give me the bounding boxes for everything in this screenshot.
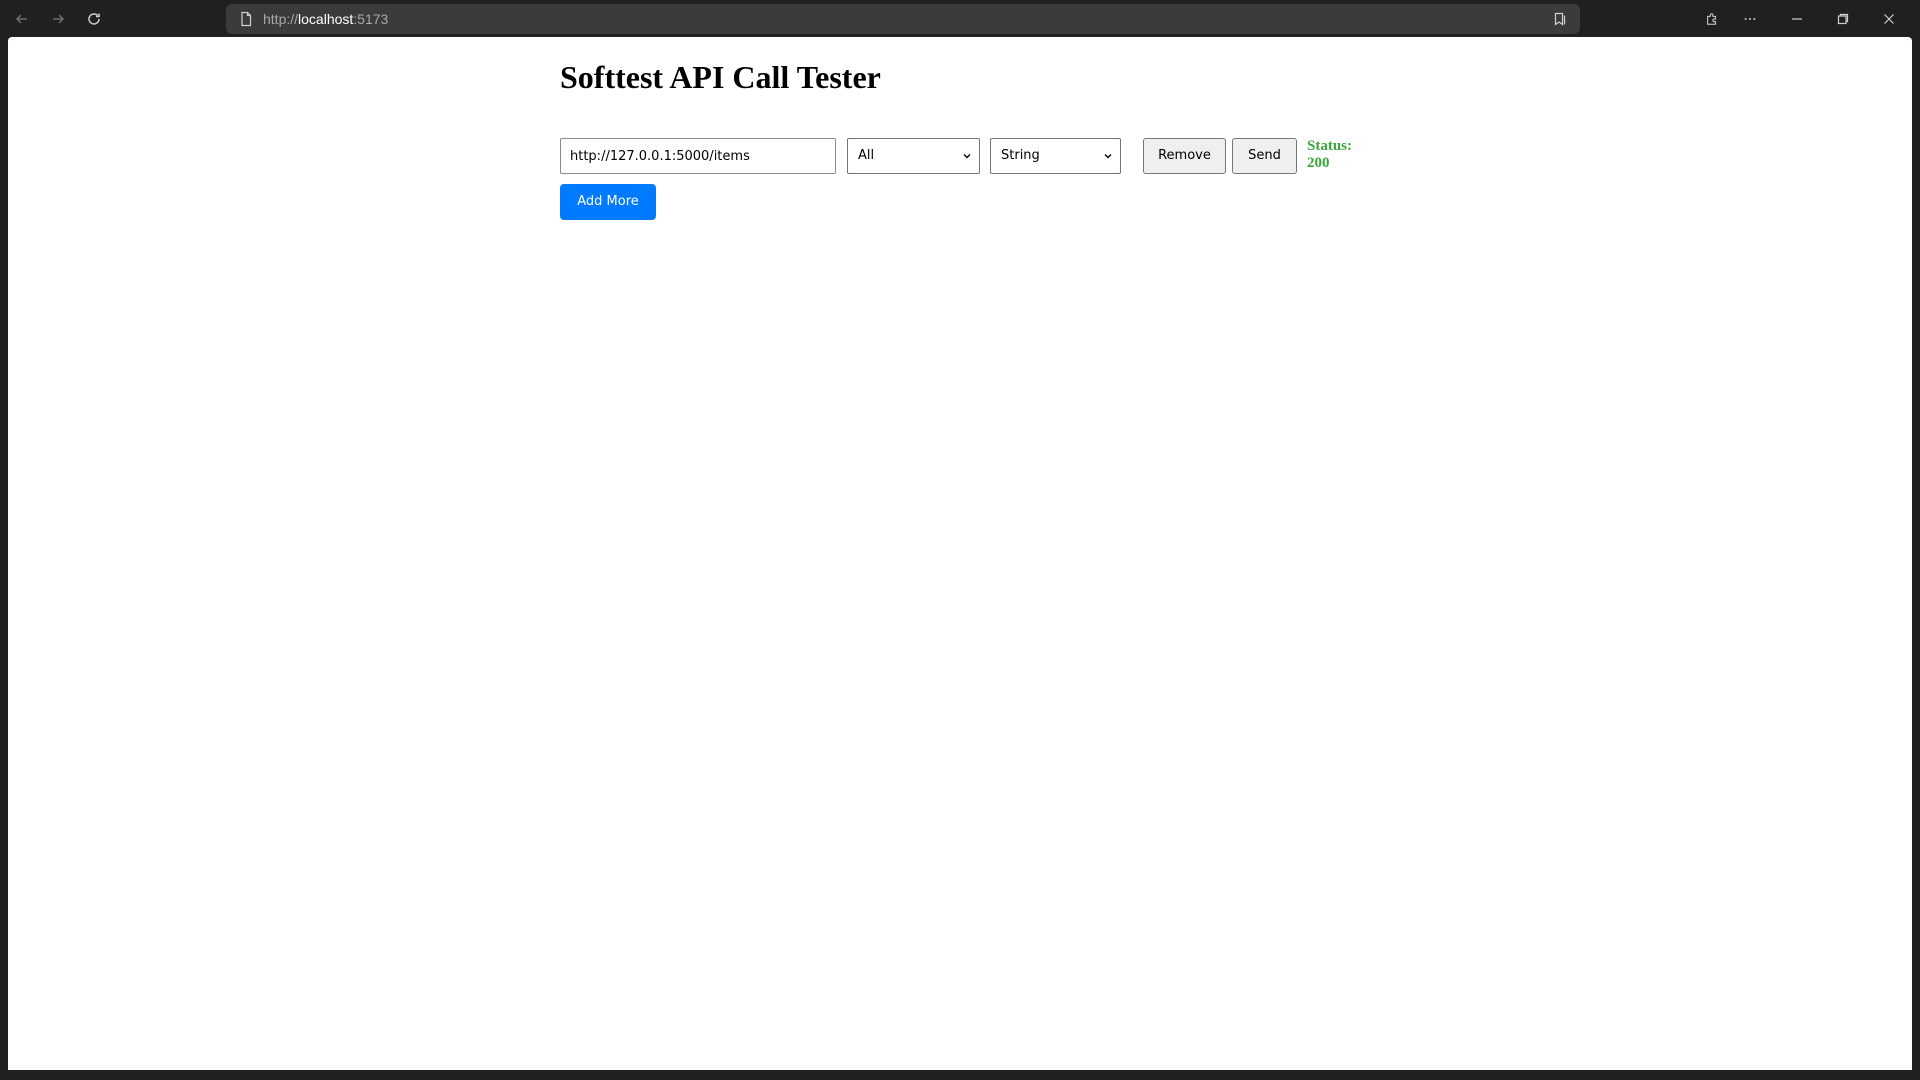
forward-button[interactable] [45,6,71,32]
close-icon [1884,14,1894,24]
minimize-icon [1792,18,1802,20]
puzzle-icon [1707,13,1717,25]
type-select-value: String [1001,148,1040,163]
extensions-button[interactable] [1699,6,1725,32]
minimize-button[interactable] [1784,6,1810,32]
favorites-icon[interactable] [1552,11,1568,27]
more-button[interactable] [1737,6,1763,32]
send-button[interactable]: Send [1232,138,1297,174]
page-title: Softtest API Call Tester [560,59,881,95]
refresh-button[interactable] [81,6,107,32]
refresh-icon [88,13,100,25]
arrow-left-icon [15,14,27,24]
remove-button[interactable]: Remove [1143,138,1226,174]
type-select[interactable]: String [990,138,1121,174]
add-more-button[interactable]: Add More [560,184,656,220]
page-viewport: Softtest API Call Tester All String Remo… [8,37,1912,1070]
method-select-value: All [858,148,875,163]
address-bar[interactable]: http://localhost:5173 [226,4,1580,34]
browser-toolbar: http://localhost:5173 [0,0,1920,37]
url-port: :5173 [353,11,389,27]
page-icon [241,11,252,27]
restore-icon [1837,13,1849,25]
status-display: Status: 200 [1307,138,1367,172]
url-input[interactable] [560,138,836,174]
restore-button[interactable] [1830,6,1856,32]
arrow-right-icon [53,14,65,24]
request-row: All String Remove Send Status: 200 [560,138,1380,174]
status-code: 200 [1307,155,1330,171]
url-scheme: http:// [263,11,299,27]
close-window-button[interactable] [1876,6,1902,32]
ellipsis-icon [1744,18,1756,20]
address-url: http://localhost:5173 [263,4,388,34]
chevron-down-icon [1104,154,1112,159]
status-label: Status: [1307,138,1353,154]
back-button[interactable] [9,6,35,32]
api-tester-app: Softtest API Call Tester All String Remo… [560,57,1380,220]
chevron-down-icon [963,154,971,159]
url-host: localhost [298,11,354,27]
method-select[interactable]: All [847,138,980,174]
